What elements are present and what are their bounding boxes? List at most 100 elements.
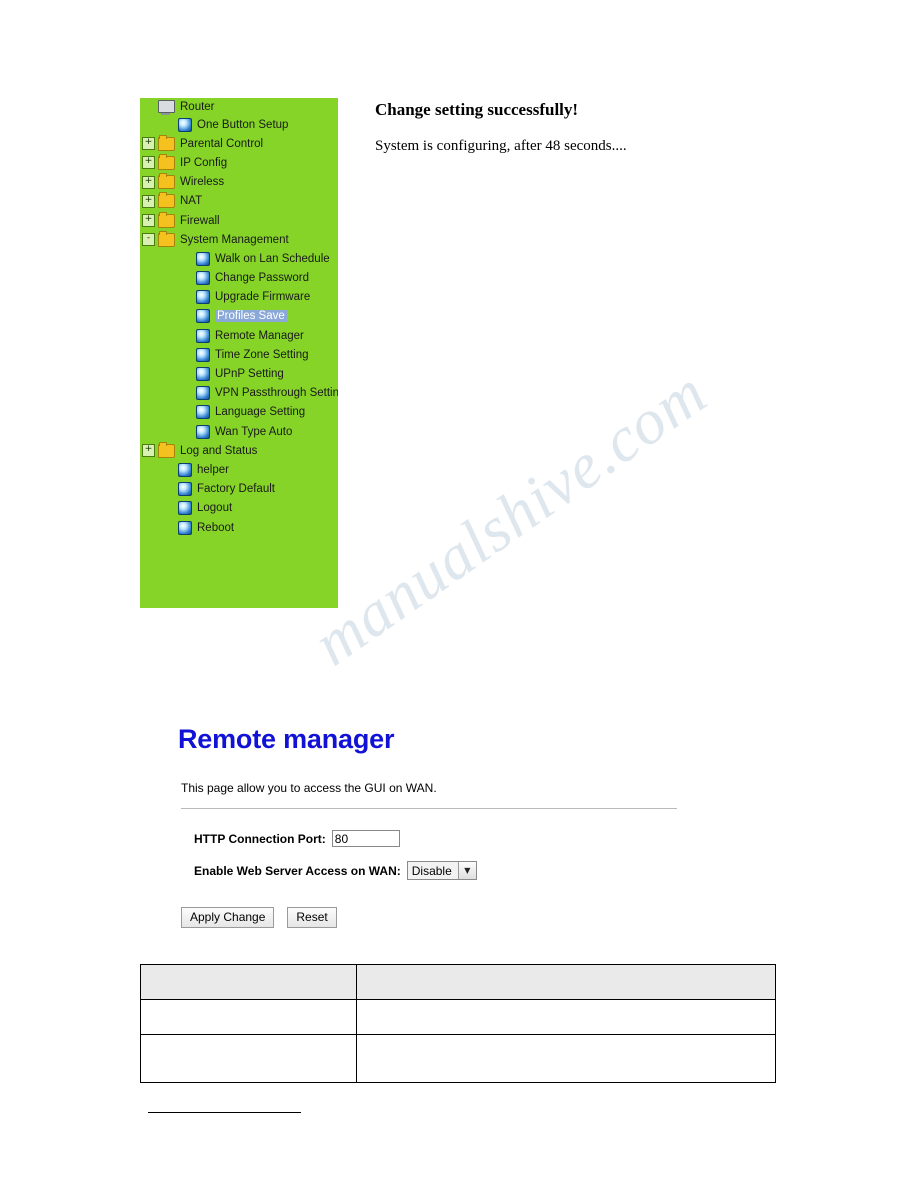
menu-item-label: Upgrade Firmware [215,291,311,304]
menu-item-label: IP Config [180,156,228,169]
form-button-row: Apply Change Reset [181,907,337,928]
menu-item-label: Wan Type Auto [215,425,293,438]
menu-item-reboot[interactable]: Reboot [140,518,338,537]
menu-item-label: Remote Manager [215,329,304,342]
menu-item-label: helper [197,463,229,476]
bullet-icon [196,309,210,324]
menu-item-change-password[interactable]: Change Password [140,269,338,288]
menu-item-language-setting[interactable]: Language Setting [140,403,338,422]
http-port-label: HTTP Connection Port: [194,831,326,846]
bullet-icon [178,117,192,132]
expand-icon[interactable]: + [142,175,155,189]
table-cell-name [140,999,357,1035]
web-server-wan-select[interactable]: Disable ▼ [406,861,477,880]
menu-item-label: UPnP Setting [215,368,284,381]
menu-item-parental-control[interactable]: + Parental Control [140,134,338,153]
folder-icon [158,441,175,458]
computer-icon [158,100,175,115]
menu-item-walk-on-lan-schedule[interactable]: Walk on Lan Schedule [140,249,338,268]
menu-item-ip-config[interactable]: + IP Config [140,153,338,172]
table-header-row [140,964,776,1000]
menu-item-upgrade-firmware[interactable]: Upgrade Firmware [140,288,338,307]
menu-item-label: Reboot [197,521,235,534]
expand-icon[interactable]: + [142,214,155,228]
collapse-icon[interactable]: - [142,233,155,247]
menu-item-one-button-setup[interactable]: One Button Setup [140,115,338,134]
menu-item-nat[interactable]: + NAT [140,192,338,211]
menu-item-time-zone-setting[interactable]: Time Zone Setting [140,345,338,364]
menu-item-label: Change Password [215,272,309,285]
divider [181,808,677,809]
menu-item-label: Log and Status [180,444,258,457]
bullet-icon [178,520,192,535]
menu-item-firewall[interactable]: + Firewall [140,211,338,230]
bullet-icon [196,290,210,305]
menu-item-label: NAT [180,195,203,208]
folder-icon [158,211,175,228]
bullet-icon [178,482,192,497]
expand-icon[interactable]: + [142,137,155,151]
menu-item-upnp-setting[interactable]: UPnP Setting [140,364,338,383]
menu-item-log-and-status[interactable]: + Log and Status [140,441,338,460]
menu-item-factory-default[interactable]: Factory Default [140,480,338,499]
menu-item-profiles-save[interactable]: Profiles Save [140,307,338,326]
status-title: Change setting successfully! [375,100,579,119]
menu-item-label: One Button Setup [197,118,289,131]
bullet-icon [196,271,210,286]
menu-item-helper[interactable]: helper [140,460,338,479]
web-server-wan-label: Enable Web Server Access on WAN: [194,863,401,878]
menu-item-wan-type-auto[interactable]: Wan Type Auto [140,422,338,441]
bullet-icon [178,462,192,477]
reset-button[interactable]: Reset [287,907,337,928]
menu-item-label: System Management [180,233,289,246]
menu-item-label: VPN Passthrough Setting [215,387,338,400]
bullet-icon [196,251,210,266]
chevron-down-icon[interactable]: ▼ [457,862,476,879]
bullet-icon [178,501,192,516]
status-message: System is configuring, after 48 seconds.… [375,138,627,154]
expand-icon[interactable]: + [142,194,155,208]
menu-item-vpn-passthrough-setting[interactable]: VPN Passthrough Setting [140,384,338,403]
watermark-text: manualshive.com [300,356,720,679]
bullet-icon [196,405,210,420]
table-row [140,1034,776,1083]
bullet-icon [196,424,210,439]
page-title: Remote manager [178,724,395,754]
expand-icon[interactable]: + [142,156,155,170]
bullet-icon [196,328,210,343]
menu-item-label: Profiles Save [215,310,287,323]
menu-item-wireless[interactable]: + Wireless [140,173,338,192]
page-description: This page allow you to access the GUI on… [181,781,437,795]
router-navigation-menu[interactable]: Router One Button Setup + Parental Control +… [140,98,338,608]
table-row [140,999,776,1035]
folder-icon [158,153,175,170]
menu-item-logout[interactable]: Logout [140,499,338,518]
expand-icon[interactable]: + [142,444,155,458]
menu-item-label: Parental Control [180,137,264,150]
folder-icon [158,173,175,190]
status-message-block: Change setting successfully! System is c… [375,100,627,155]
apply-change-button[interactable]: Apply Change [181,907,275,928]
footnote-separator [148,1112,301,1113]
menu-item-label: Language Setting [215,406,306,419]
menu-item-label: Time Zone Setting [215,348,309,361]
table-cell-name [140,1034,357,1083]
menu-item-remote-manager[interactable]: Remote Manager [140,326,338,345]
http-port-input[interactable] [331,830,400,847]
table-cell-name [140,964,357,1000]
table-cell-description [356,964,776,1000]
folder-icon [158,134,175,151]
bullet-icon [196,386,210,401]
menu-item-router[interactable]: Router [140,98,338,115]
menu-item-label: Firewall [180,214,220,227]
table-cell-description [356,1034,776,1083]
web-server-wan-row: Enable Web Server Access on WAN: Disable… [194,861,477,880]
folder-icon [158,230,175,247]
table-cell-description [356,999,776,1035]
menu-item-system-management[interactable]: - System Management [140,230,338,249]
web-server-wan-value: Disable [411,863,452,878]
bullet-icon [196,347,210,362]
parameter-table [140,964,776,1083]
folder-icon [158,192,175,209]
menu-item-label: Router [180,100,215,113]
